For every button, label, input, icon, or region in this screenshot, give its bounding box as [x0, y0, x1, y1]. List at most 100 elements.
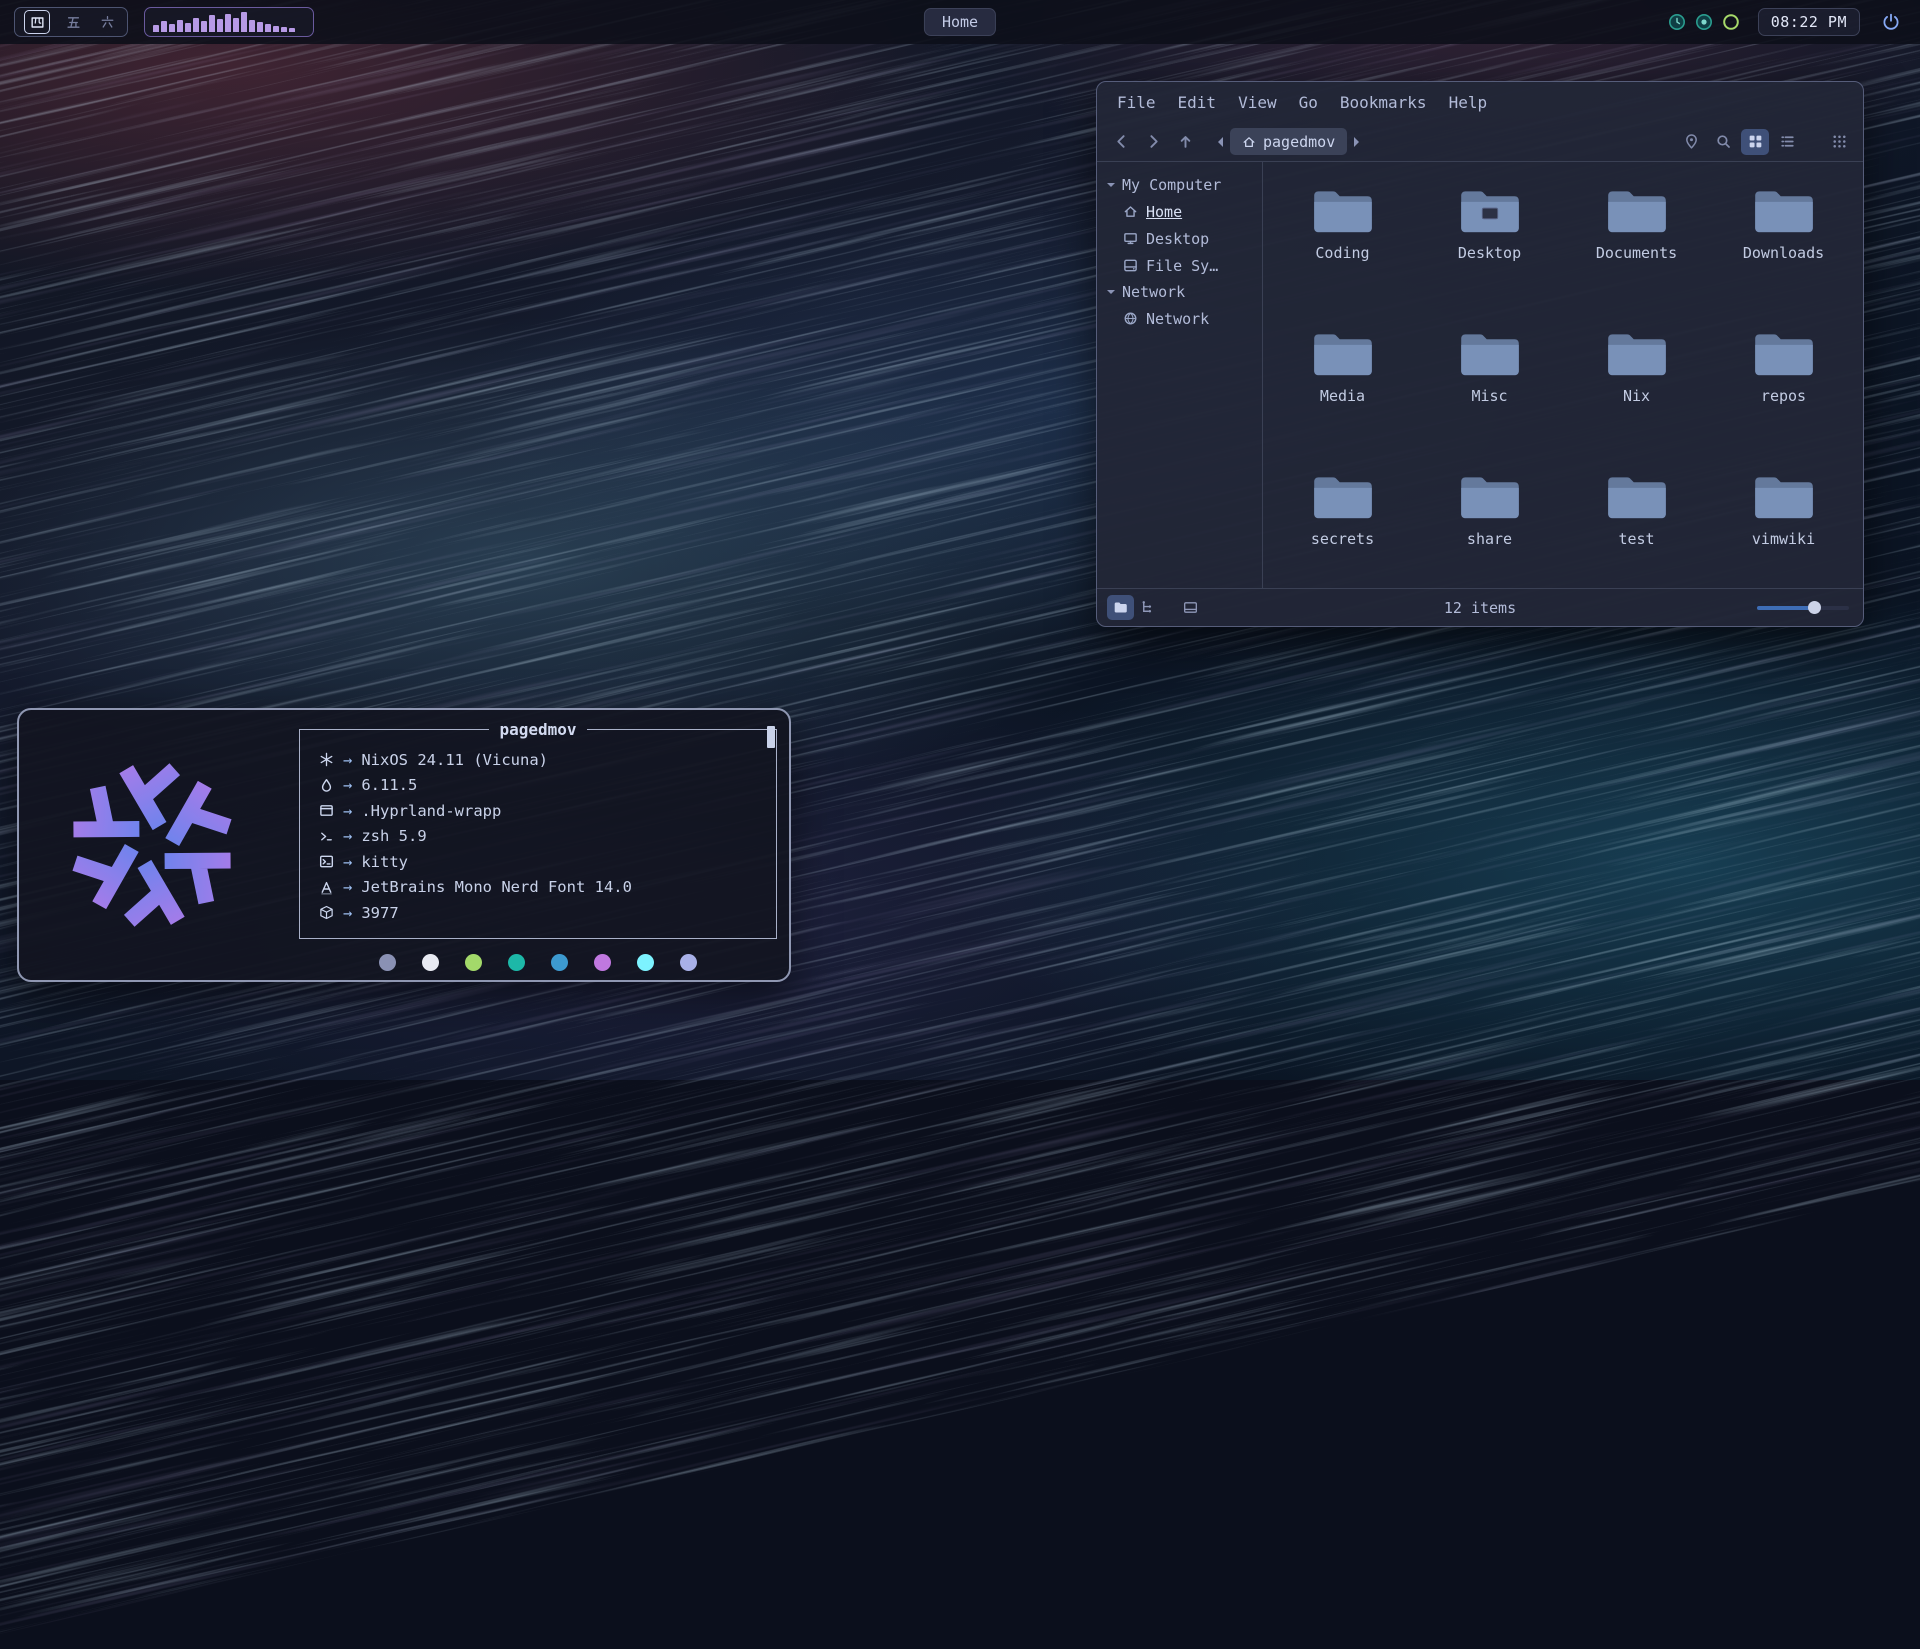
- fetch-row: →.Hyprland-wrapp: [316, 798, 760, 824]
- wm-icon: [316, 803, 336, 818]
- visualizer-bar: [241, 12, 247, 32]
- arrow-glyph: →: [343, 776, 352, 794]
- menu-edit[interactable]: Edit: [1178, 93, 1217, 112]
- menu-help[interactable]: Help: [1449, 93, 1488, 112]
- back-button[interactable]: [1107, 129, 1135, 155]
- folder-icon: [1312, 331, 1374, 379]
- sidebar-item-network[interactable]: Network: [1097, 305, 1262, 332]
- visualizer-bar: [289, 28, 295, 32]
- folder-desktop[interactable]: Desktop: [1416, 172, 1563, 315]
- folder-documents[interactable]: Documents: [1563, 172, 1710, 315]
- folder-label: Desktop: [1458, 244, 1521, 262]
- folder-icon: [1606, 474, 1668, 522]
- search-button[interactable]: [1709, 129, 1737, 155]
- folder-secrets[interactable]: secrets: [1269, 458, 1416, 588]
- terminal-icon: [316, 854, 336, 869]
- sidebar-section-my-computer[interactable]: My Computer: [1097, 172, 1262, 198]
- folder-share[interactable]: share: [1416, 458, 1563, 588]
- sidebar-item-file-sy[interactable]: File Sy…: [1097, 252, 1262, 279]
- power-button[interactable]: [1876, 8, 1906, 36]
- file-grid: Coding Desktop Documents Downloads Media Misc…: [1263, 162, 1863, 588]
- sidebar-item-label: File Sy…: [1146, 257, 1218, 275]
- folder-downloads[interactable]: Downloads: [1710, 172, 1857, 315]
- menu-bookmarks[interactable]: Bookmarks: [1340, 93, 1427, 112]
- folder-label: Documents: [1596, 244, 1677, 262]
- up-button[interactable]: [1171, 129, 1199, 155]
- arrow-glyph: →: [343, 853, 352, 871]
- home-icon: [1123, 204, 1138, 219]
- home-button[interactable]: Home: [924, 8, 996, 36]
- breadcrumb-scroll-right-icon[interactable]: [1354, 137, 1364, 147]
- zoom-knob[interactable]: [1808, 601, 1821, 614]
- fetch-output: pagedmov →NixOS 24.11 (Vicuna)→6.11.5→.H…: [299, 720, 777, 971]
- breadcrumb-scroll-left-icon[interactable]: [1213, 137, 1223, 147]
- folder-icon: [1312, 474, 1374, 522]
- palette-dot-1: [379, 954, 396, 971]
- sidebar-item-home[interactable]: Home: [1097, 198, 1262, 225]
- folder-icon: [1459, 474, 1521, 522]
- sidebar-section-network[interactable]: Network: [1097, 279, 1262, 305]
- tray-clock-icon[interactable]: [1668, 13, 1686, 31]
- compact-view-button[interactable]: [1825, 129, 1853, 155]
- terminal-window[interactable]: pagedmov →NixOS 24.11 (Vicuna)→6.11.5→.H…: [17, 708, 791, 982]
- fetch-row: →NixOS 24.11 (Vicuna): [316, 747, 760, 773]
- folder-test[interactable]: test: [1563, 458, 1710, 588]
- folder-nix[interactable]: Nix: [1563, 315, 1710, 458]
- tray-status-icon[interactable]: [1695, 13, 1713, 31]
- folder-misc[interactable]: Misc: [1416, 315, 1563, 458]
- folder-label: Misc: [1471, 387, 1507, 405]
- menu-go[interactable]: Go: [1299, 93, 1318, 112]
- palette-dot-3: [465, 954, 482, 971]
- fetch-row: →JetBrains Mono Nerd Font 14.0: [316, 875, 760, 901]
- breadcrumb-home-segment[interactable]: pagedmov: [1230, 128, 1347, 155]
- tray-recorder-icon[interactable]: [1722, 13, 1740, 31]
- visualizer-bar: [169, 24, 175, 32]
- forward-button[interactable]: [1139, 129, 1167, 155]
- folder-vimwiki[interactable]: vimwiki: [1710, 458, 1857, 588]
- kernel-icon: [316, 778, 336, 793]
- font-icon: [316, 880, 336, 895]
- palette-dot-6: [594, 954, 611, 971]
- workspace-switcher[interactable]: [14, 7, 128, 37]
- palette-dot-5: [551, 954, 568, 971]
- workspace-2[interactable]: [62, 11, 84, 33]
- system-tray: 08:22 PM: [1668, 8, 1906, 36]
- side-pane-places-button[interactable]: [1107, 595, 1134, 620]
- filesystem-icon: [1123, 258, 1138, 273]
- visualizer-bar: [273, 26, 279, 32]
- fetch-value: NixOS 24.11 (Vicuna): [361, 751, 548, 769]
- clock[interactable]: 08:22 PM: [1758, 8, 1860, 36]
- folder-icon: [1312, 188, 1374, 236]
- side-pane-tree-button[interactable]: [1134, 595, 1161, 620]
- folder-icon: [1606, 188, 1668, 236]
- status-bar: 12 items: [1097, 588, 1863, 626]
- sidebar-section-label: Network: [1122, 283, 1185, 301]
- workspace-1[interactable]: [24, 10, 50, 34]
- folder-icon: [1753, 474, 1815, 522]
- collapse-arrow-icon: [1107, 183, 1115, 191]
- sidebar-item-desktop[interactable]: Desktop: [1097, 225, 1262, 252]
- visualizer-bar: [209, 15, 215, 32]
- workspace-3[interactable]: [96, 11, 118, 33]
- folder-coding[interactable]: Coding: [1269, 172, 1416, 315]
- folder-icon: [1459, 331, 1521, 379]
- folder-media[interactable]: Media: [1269, 315, 1416, 458]
- folder-label: Downloads: [1743, 244, 1824, 262]
- visualizer-bar: [281, 27, 287, 32]
- folder-icon: [1606, 331, 1668, 379]
- menu-file[interactable]: File: [1117, 93, 1156, 112]
- menu-view[interactable]: View: [1238, 93, 1277, 112]
- home-icon: [1242, 135, 1256, 149]
- folder-repos[interactable]: repos: [1710, 315, 1857, 458]
- zoom-slider[interactable]: [1757, 601, 1849, 615]
- fetch-row: →6.11.5: [316, 773, 760, 799]
- list-view-button[interactable]: [1773, 129, 1801, 155]
- terminal-pane-button[interactable]: [1177, 595, 1204, 620]
- power-icon: [1881, 12, 1901, 32]
- palette-dot-7: [637, 954, 654, 971]
- location-pin-button[interactable]: [1677, 129, 1705, 155]
- icon-view-button[interactable]: [1741, 129, 1769, 155]
- network-icon: [1123, 311, 1138, 326]
- folder-label: Media: [1320, 387, 1365, 405]
- zoom-fill: [1757, 606, 1814, 610]
